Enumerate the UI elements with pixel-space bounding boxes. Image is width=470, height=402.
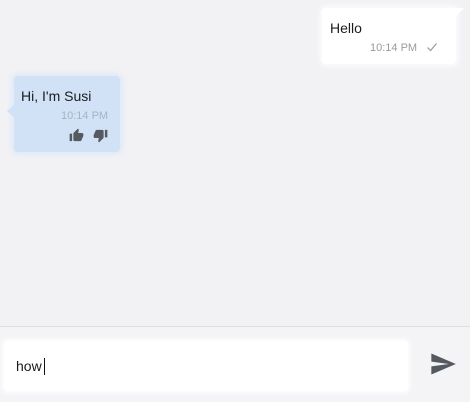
send-icon xyxy=(428,353,458,382)
thumbs-down-icon[interactable] xyxy=(93,128,108,143)
message-timestamp: 10:14 PM xyxy=(61,110,109,122)
thumbs-up-icon[interactable] xyxy=(69,128,84,143)
message-input[interactable]: how xyxy=(4,341,408,391)
message-input-value: how xyxy=(16,358,42,374)
check-icon xyxy=(426,40,438,52)
message-timestamp: 10:14 PM xyxy=(370,42,418,54)
chat-message-list: Hello 10:14 PM Hi, I'm Susi 10:14 PM xyxy=(0,0,470,326)
message-composer: how xyxy=(0,327,470,402)
send-button[interactable] xyxy=(428,350,458,378)
incoming-message: Hi, I'm Susi 10:14 PM xyxy=(7,76,120,152)
text-caret xyxy=(43,357,45,375)
message-text: Hi, I'm Susi xyxy=(21,88,92,104)
message-text: Hello xyxy=(330,20,362,36)
outgoing-message: Hello 10:14 PM xyxy=(322,8,464,64)
